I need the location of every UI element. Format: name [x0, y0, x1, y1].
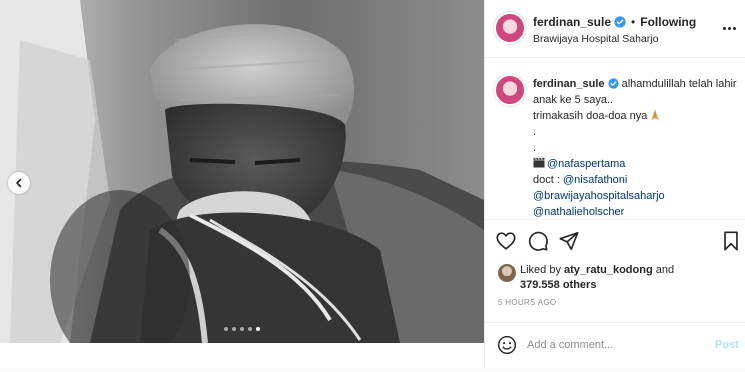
bookmark-icon[interactable]: [720, 230, 742, 252]
post-location[interactable]: Brawijaya Hospital Saharjo: [533, 33, 658, 45]
following-button[interactable]: Following: [640, 15, 696, 29]
media-bottom-strip: [0, 343, 484, 368]
comment-icon[interactable]: [527, 230, 549, 252]
folded-hands-icon: [651, 110, 660, 120]
post-comment-button[interactable]: Post: [715, 339, 739, 351]
comment-input[interactable]: [527, 333, 707, 357]
caption-dot-1: .: [533, 126, 537, 138]
clapperboard-icon: [533, 157, 545, 168]
verified-badge-icon: [607, 78, 619, 89]
likes-prefix: Liked by: [520, 264, 565, 276]
mention-brawijayahospitalsaharjo[interactable]: @brawijayahospitalsaharjo: [533, 188, 739, 204]
author-line: ferdinan_sule • Following: [533, 15, 696, 29]
more-options-button[interactable]: [723, 20, 739, 36]
smiley-icon[interactable]: [497, 335, 517, 355]
carousel-dot: [232, 327, 236, 331]
carousel-indicator: [224, 327, 260, 331]
mention-nathalieholscher[interactable]: @nathalieholscher: [533, 204, 739, 220]
carousel-prev-button[interactable]: [8, 172, 30, 194]
post-media[interactable]: [0, 0, 484, 343]
carousel-dot: [248, 327, 252, 331]
doct-label: doct :: [533, 174, 563, 186]
heart-icon[interactable]: [495, 230, 517, 252]
post-timestamp[interactable]: 5 HOURS AGO: [498, 298, 556, 307]
caption-text-1: alhamdulillah telah lahir: [621, 78, 737, 90]
post-photo: [0, 0, 484, 343]
author-username[interactable]: ferdinan_sule: [533, 15, 611, 29]
caption-block: ferdinan_sule alhamdulillah telah lahir …: [485, 60, 745, 220]
likes-count[interactable]: 379.558 others: [520, 279, 596, 291]
caption-line-2: anak ke 5 saya..: [533, 94, 614, 106]
caption-line-1: ferdinan_sule alhamdulillah telah lahir: [533, 76, 739, 92]
comment-bar: Post: [485, 322, 745, 368]
likes-text: Liked by aty_ratu_kodong and 379.558 oth…: [520, 263, 740, 293]
page: ferdinan_sule • Following Brawijaya Hosp…: [0, 0, 745, 372]
verified-badge-icon: [614, 16, 626, 28]
caption-photo-credit: @nafaspertama: [533, 156, 739, 172]
paper-plane-icon[interactable]: [558, 230, 580, 252]
caption-text-3: trimakasih doa-doa nya: [533, 110, 648, 122]
chevron-left-icon: [16, 178, 22, 188]
more-options-icon: [723, 26, 726, 30]
caption-author-username[interactable]: ferdinan_sule: [533, 78, 605, 90]
caption-author-avatar[interactable]: [494, 74, 526, 106]
liker-username[interactable]: aty_ratu_kodong: [564, 264, 653, 276]
mention-nafaspertama[interactable]: @nafaspertama: [547, 158, 625, 170]
author-avatar[interactable]: [494, 12, 526, 44]
caption-doctor-credit: doct : @nisafathoni: [533, 172, 739, 188]
caption-dot-2: .: [533, 142, 537, 154]
carousel-dot: [256, 327, 260, 331]
mention-nisafathoni[interactable]: @nisafathoni: [563, 174, 627, 186]
caption-text: ferdinan_sule alhamdulillah telah lahir …: [533, 76, 739, 220]
liker-avatar[interactable]: [498, 264, 516, 282]
header-separator: •: [631, 15, 636, 29]
post-card: ferdinan_sule • Following Brawijaya Hosp…: [0, 0, 745, 368]
carousel-dot: [224, 327, 228, 331]
caption-line-3: trimakasih doa-doa nya: [533, 108, 739, 124]
post-header: ferdinan_sule • Following Brawijaya Hosp…: [485, 0, 745, 58]
post-details-panel: ferdinan_sule • Following Brawijaya Hosp…: [484, 0, 745, 368]
action-bar: [485, 226, 745, 256]
likes-joiner: and: [652, 264, 675, 276]
carousel-dot: [240, 327, 244, 331]
